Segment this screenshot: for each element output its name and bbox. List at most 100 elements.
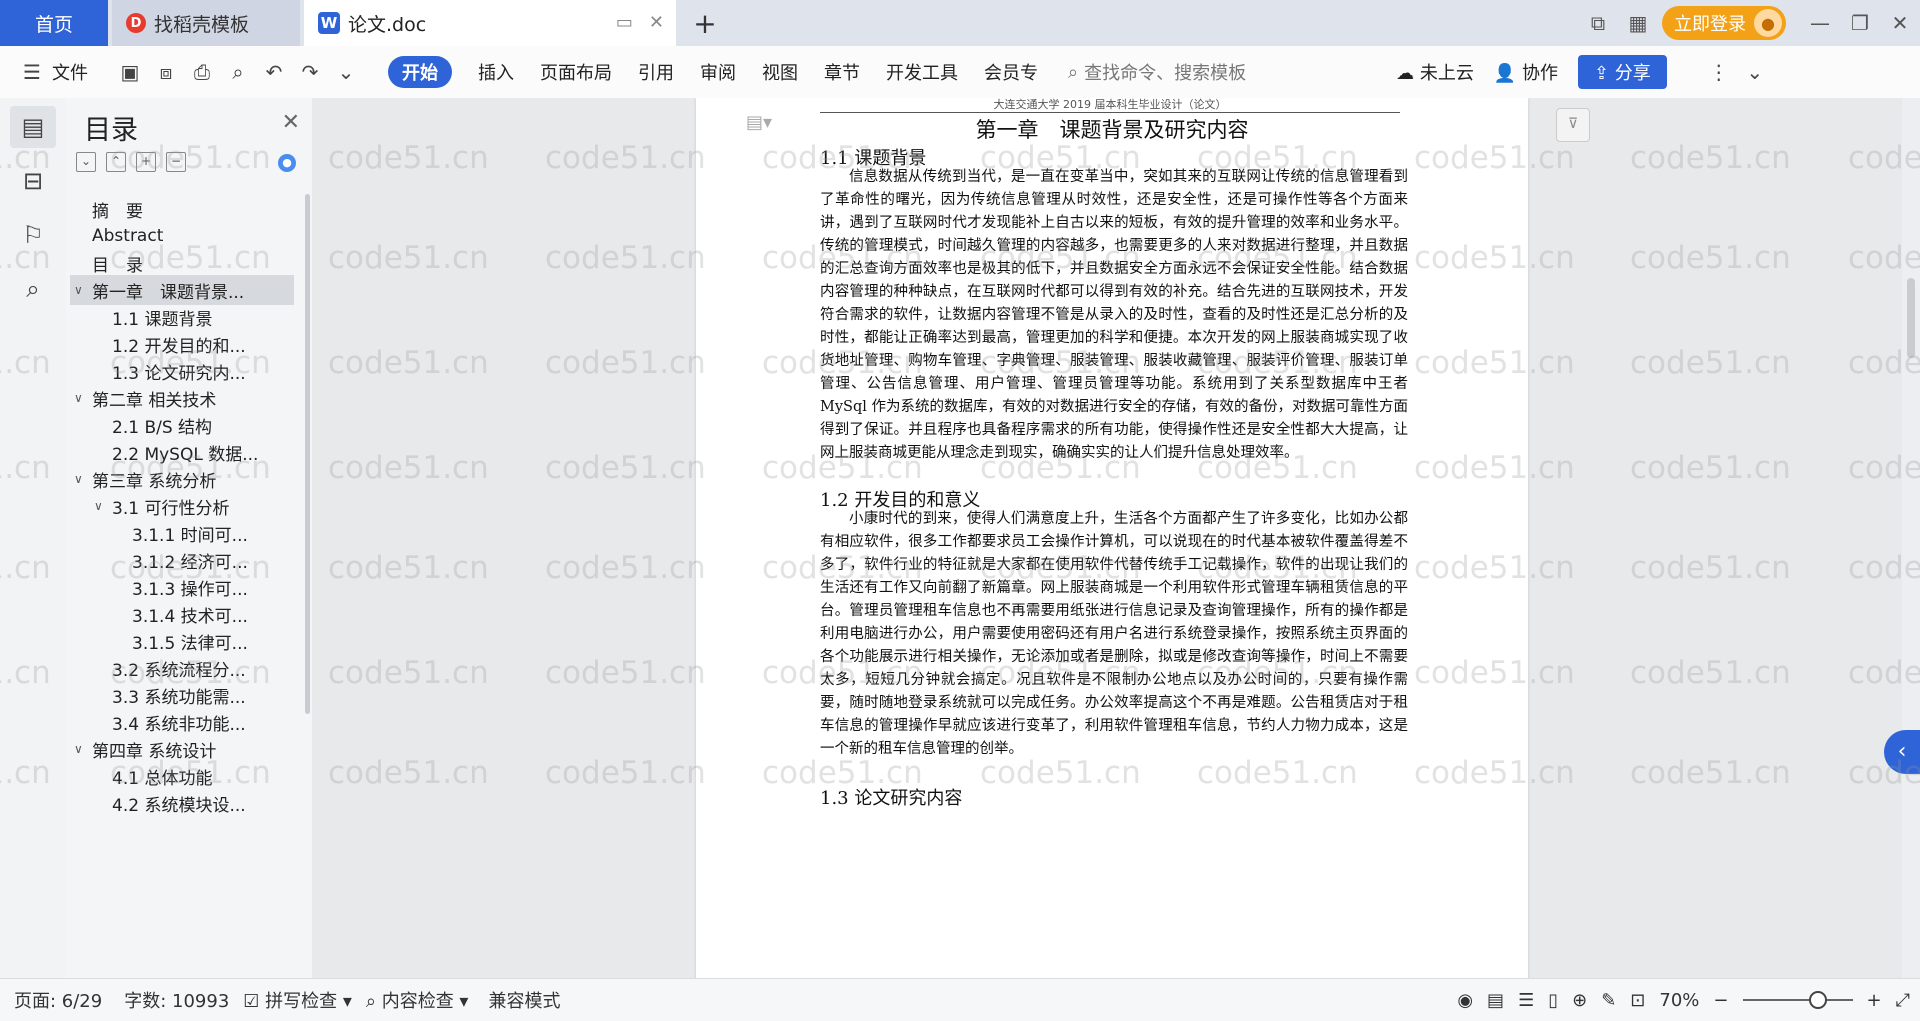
hamburger-icon[interactable]: ☰ (20, 60, 44, 84)
scroll-thumb[interactable] (1907, 278, 1915, 358)
toc-panel-icon[interactable]: ▤ (10, 106, 56, 148)
toc-item[interactable]: 1.3 论文研究内... (70, 356, 294, 386)
write-mode-icon[interactable]: ✎ (1601, 990, 1616, 1011)
menu-references[interactable]: 引用 (638, 59, 674, 85)
print-preview-icon[interactable]: ⌕ (226, 60, 250, 84)
collapse-all-icon[interactable]: ⌃ (106, 152, 126, 172)
close-tab-icon[interactable]: ✕ (649, 12, 664, 33)
read-view-icon[interactable]: ▯ (1548, 990, 1558, 1011)
export-icon[interactable]: ⧈ (154, 60, 178, 84)
menu-chapter[interactable]: 章节 (824, 59, 860, 85)
expand-all-icon[interactable]: ⌄ (76, 152, 96, 172)
menu-member[interactable]: 会员专 (984, 59, 1038, 85)
toc-item[interactable]: 目 录 (70, 248, 294, 278)
toc-item[interactable]: 1.1 课题背景 (70, 302, 294, 332)
toc-item[interactable]: 3.1.1 时间可... (70, 518, 294, 548)
zoom-level[interactable]: 70% (1659, 990, 1699, 1011)
toc-item-label: 目 录 (92, 255, 143, 276)
tab-daoke[interactable]: D 找稻壳模板 (112, 0, 300, 46)
redo-icon[interactable]: ↷ (298, 60, 322, 84)
share-button[interactable]: ⇪ 分享 (1577, 55, 1667, 89)
file-menu[interactable]: 文件 (52, 59, 88, 85)
close-icon[interactable]: ✕ (282, 110, 300, 135)
toc-item[interactable]: ∨ 第二章 相关技术 (70, 383, 294, 413)
page-indicator[interactable]: 页面: 6/29 (14, 987, 102, 1013)
command-search[interactable]: ⌕ 查找命令、搜索模板 (1068, 59, 1246, 85)
float-window-icon[interactable]: ▭ (616, 12, 633, 33)
restore-icon[interactable]: ❐ (1840, 11, 1880, 35)
more-dropdown-icon[interactable]: ⌄ (334, 60, 358, 84)
add-heading-icon[interactable]: + (136, 152, 156, 172)
navigation-icon[interactable]: ⊟ (10, 160, 56, 202)
filter-icon[interactable]: ⊽ (1556, 108, 1590, 142)
menu-review[interactable]: 审阅 (700, 59, 736, 85)
web-view-icon[interactable]: ⊕ (1572, 990, 1587, 1011)
toc-item[interactable]: 1.2 开发目的和... (70, 329, 294, 359)
reading-mode-icon[interactable]: ⧉ (1578, 11, 1618, 35)
toc-item[interactable]: 2.1 B/S 结构 (70, 410, 294, 440)
toc-item-label: 3.1.4 技术可... (132, 606, 248, 627)
collab-button[interactable]: 👤 协作 (1494, 59, 1558, 85)
close-window-icon[interactable]: ✕ (1880, 11, 1920, 35)
zoom-slider-knob[interactable] (1808, 991, 1827, 1009)
zoom-slider[interactable] (1742, 991, 1853, 1009)
word-count[interactable]: 字数: 10993 (124, 987, 229, 1013)
zoom-in-icon[interactable]: + (1867, 990, 1882, 1011)
grid-apps-icon[interactable]: ▦ (1618, 11, 1658, 35)
menu-view[interactable]: 视图 (762, 59, 798, 85)
side-panel-toggle-icon[interactable]: ‹ (1884, 730, 1920, 774)
toc-item[interactable]: ∨ 第四章 系统设计 (70, 734, 294, 764)
toc-item[interactable]: 3.1.3 操作可... (70, 572, 294, 602)
toc-item[interactable]: 3.1.4 技术可... (70, 599, 294, 629)
new-tab-button[interactable]: + (688, 0, 722, 46)
eye-protect-icon[interactable]: ◉ (1457, 990, 1473, 1011)
tab-document[interactable]: W 论文.doc ▭ ✕ (304, 0, 676, 46)
menu-start[interactable]: 开始 (388, 56, 452, 88)
toc-item[interactable]: 4.1 总体功能 (70, 761, 294, 791)
spell-check-button[interactable]: ☑ 拼写检查 ▾ (243, 987, 352, 1013)
cloud-status[interactable]: ☁ 未上云 (1396, 59, 1474, 85)
toc-scrollbar[interactable] (305, 194, 310, 714)
toc-item[interactable]: 摘 要 (70, 194, 294, 224)
toc-item[interactable]: ∨ 第一章 课题背景... (70, 275, 294, 305)
collapse-ribbon-icon[interactable]: ⌄ (1743, 60, 1767, 84)
more-icon[interactable]: ⋮ (1707, 60, 1731, 84)
tab-home[interactable]: 首页 (0, 0, 108, 46)
page-view-icon[interactable]: ▤ (1487, 990, 1504, 1011)
toc-item[interactable]: ∨ 3.1 可行性分析 (70, 491, 294, 521)
toc-settings-icon[interactable]: ● (278, 154, 296, 172)
fullscreen-icon[interactable]: ⤢ (1896, 990, 1910, 1011)
chevron-down-icon[interactable]: ∨ (94, 499, 108, 513)
document-page[interactable]: ▤▾ 大连交通大学 2019 届本科生毕业设计（论文） 第一章 课题背景及研究内… (696, 98, 1528, 978)
spell-check-label: 拼写检查 (265, 991, 338, 1012)
toc-item[interactable]: 4.2 系统模块设... (70, 788, 294, 818)
undo-icon[interactable]: ↶ (262, 60, 286, 84)
print-icon[interactable]: ⎙ (190, 60, 214, 84)
toc-item[interactable]: ∨ 第三章 系统分析 (70, 464, 294, 494)
toc-item[interactable]: 3.1.2 经济可... (70, 545, 294, 575)
toc-item[interactable]: 3.2 系统流程分... (70, 653, 294, 683)
toc-item[interactable]: 3.1.5 法律可... (70, 626, 294, 656)
vertical-scrollbar[interactable] (1902, 98, 1920, 978)
chevron-down-icon[interactable]: ∨ (74, 283, 88, 297)
remove-heading-icon[interactable]: − (166, 152, 186, 172)
content-check-button[interactable]: ⌕ 内容检查 ▾ (366, 987, 469, 1013)
toc-item[interactable]: 2.2 MySQL 数据... (70, 437, 294, 467)
save-icon[interactable]: ▣ (118, 60, 142, 84)
toc-item[interactable]: Abstract (70, 221, 294, 251)
menu-page-layout[interactable]: 页面布局 (540, 59, 612, 85)
zoom-out-icon[interactable]: − (1713, 990, 1728, 1011)
fit-page-icon[interactable]: ⊡ (1630, 990, 1645, 1011)
login-button[interactable]: 立即登录 ● (1662, 6, 1786, 40)
search-icon[interactable]: ⌕ (10, 268, 56, 310)
menu-insert[interactable]: 插入 (478, 59, 514, 85)
chevron-down-icon[interactable]: ∨ (74, 742, 88, 756)
bookmark-icon[interactable]: ⚐ (10, 214, 56, 256)
minimize-icon[interactable]: — (1800, 11, 1840, 35)
outline-view-icon[interactable]: ☰ (1518, 990, 1534, 1011)
chevron-down-icon[interactable]: ∨ (74, 391, 88, 405)
menu-developer[interactable]: 开发工具 (886, 59, 958, 85)
toc-item[interactable]: 3.4 系统非功能... (70, 707, 294, 737)
chevron-down-icon[interactable]: ∨ (74, 472, 88, 486)
toc-item[interactable]: 3.3 系统功能需... (70, 680, 294, 710)
